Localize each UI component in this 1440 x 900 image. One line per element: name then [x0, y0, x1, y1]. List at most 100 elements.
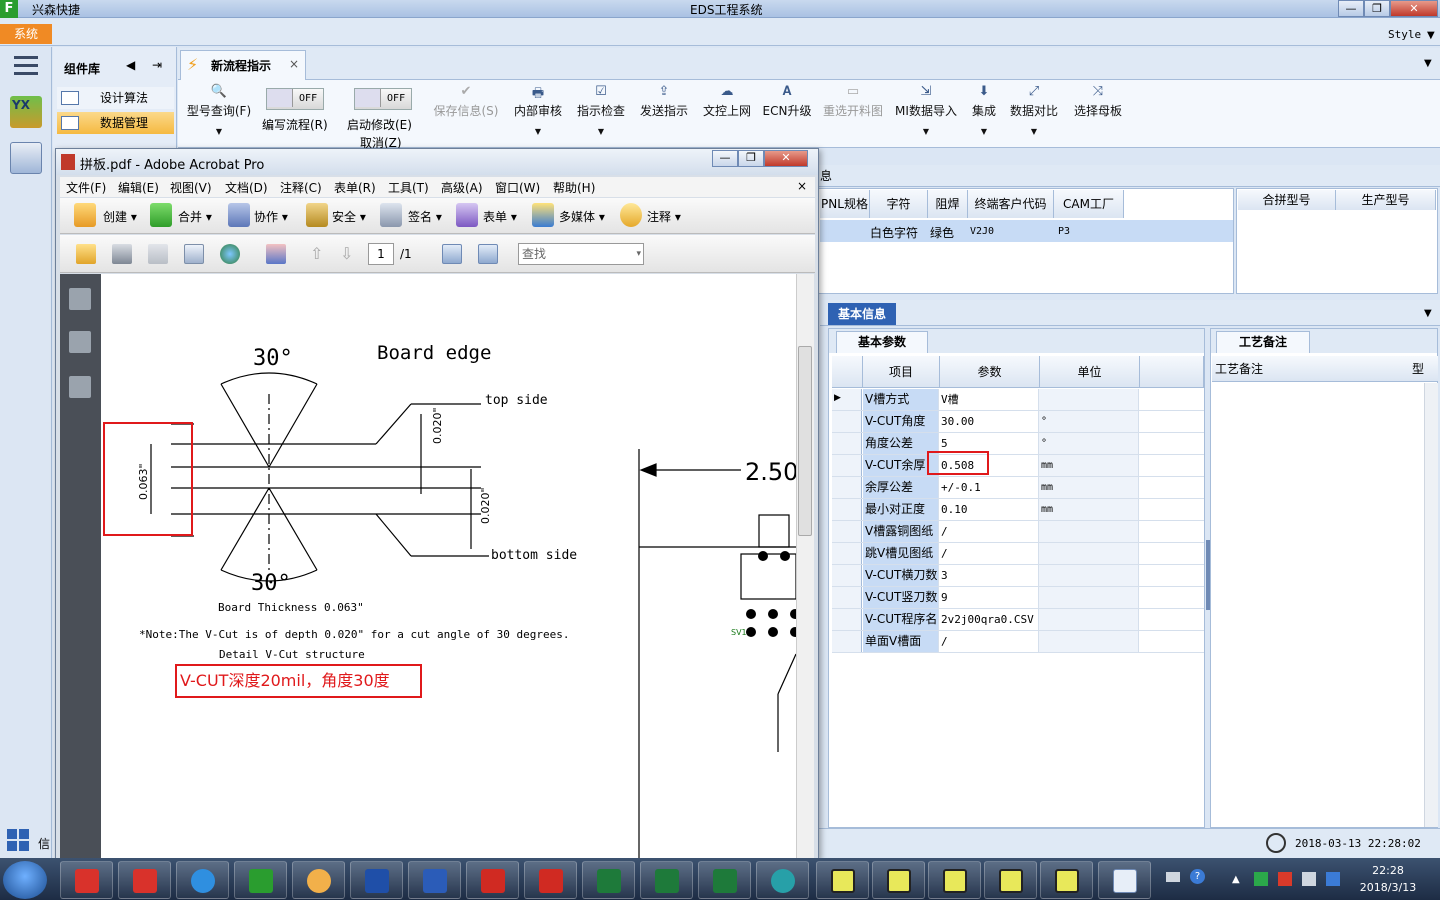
- taskbar-save[interactable]: [350, 861, 403, 899]
- col-header-production-model[interactable]: 生产型号: [1336, 190, 1436, 210]
- save-info-button[interactable]: ✔ 保存信息(S): [430, 84, 502, 144]
- collapse-left-icon[interactable]: ◀: [126, 58, 135, 72]
- taskbar-word[interactable]: [408, 861, 461, 899]
- acrobat-minimize-button[interactable]: —: [712, 150, 738, 167]
- tool-collaborate[interactable]: 协作 ▾: [254, 208, 288, 225]
- signatures-panel-icon[interactable]: [69, 376, 91, 398]
- table-row[interactable]: V-CUT余厚 0.508 mm: [832, 455, 1204, 477]
- tray-f-icon[interactable]: [1326, 872, 1340, 886]
- taskbar-window-2[interactable]: [872, 861, 925, 899]
- taskbar-eds[interactable]: [234, 861, 287, 899]
- menu-view[interactable]: 视图(V): [170, 179, 212, 196]
- menu-comment[interactable]: 注释(C): [280, 179, 322, 196]
- col-header-unit[interactable]: 单位: [1040, 356, 1140, 388]
- row-selector[interactable]: [832, 499, 862, 520]
- table-row[interactable]: 角度公差 5 °: [832, 433, 1204, 455]
- menu-edit[interactable]: 编辑(E): [118, 179, 159, 196]
- taskbar-window-5[interactable]: [1040, 861, 1093, 899]
- tab-new-flow[interactable]: ⚡ 新流程指示 ×: [180, 50, 306, 81]
- taskbar-app-shell[interactable]: [292, 861, 345, 899]
- help-icon[interactable]: ?: [1190, 869, 1205, 884]
- menu-document[interactable]: 文档(D): [225, 179, 268, 196]
- acrobat-maximize-button[interactable]: ❐: [738, 150, 764, 167]
- acrobat-close-button[interactable]: ✕: [764, 150, 808, 167]
- select-master-button[interactable]: ⤨ 选择母板: [1072, 84, 1124, 144]
- tab-craft-notes[interactable]: 工艺备注: [1216, 331, 1310, 353]
- row-selector[interactable]: [832, 609, 862, 630]
- web-upload-icon[interactable]: [220, 244, 240, 264]
- row-selector[interactable]: [832, 565, 862, 586]
- email-icon[interactable]: [184, 244, 204, 264]
- row-selector[interactable]: [832, 455, 862, 476]
- data-compare-button[interactable]: ⤢ 数据对比 ▼: [1008, 84, 1060, 144]
- open-folder-icon[interactable]: [76, 244, 96, 264]
- taskbar-ie[interactable]: [176, 861, 229, 899]
- taskbar-eye-app[interactable]: [756, 861, 809, 899]
- row-selector[interactable]: [832, 631, 862, 652]
- print-icon[interactable]: [112, 244, 132, 264]
- taskbar-app-2[interactable]: [118, 861, 171, 899]
- tool-security[interactable]: 安全 ▾: [332, 208, 366, 225]
- edit-flow-toggle[interactable]: OFF: [266, 88, 324, 110]
- tab-basic-params[interactable]: 基本参数: [836, 331, 928, 353]
- pin-icon[interactable]: ⇥: [152, 58, 162, 72]
- style-dropdown[interactable]: Style: [1388, 28, 1421, 41]
- table-row[interactable]: V槽露铜图纸 /: [832, 521, 1204, 543]
- start-modify-toggle[interactable]: OFF: [354, 88, 412, 110]
- col-header-merge-model[interactable]: 合拼型号: [1238, 190, 1336, 210]
- row-selector[interactable]: [832, 521, 862, 542]
- fit-page-icon[interactable]: [478, 244, 498, 264]
- taskbar-window-3[interactable]: [928, 861, 981, 899]
- table-row[interactable]: 跳V槽见图纸 /: [832, 543, 1204, 565]
- col-header-type[interactable]: 型: [1408, 356, 1438, 382]
- color-tool-icon[interactable]: [266, 244, 286, 264]
- reselect-material-button[interactable]: ▭ 重选开料图: [820, 84, 886, 144]
- calculator-icon[interactable]: [10, 142, 42, 174]
- taskbar-excel-2[interactable]: [640, 861, 693, 899]
- menu-help[interactable]: 帮助(H): [553, 179, 595, 196]
- menu-forms[interactable]: 表单(R): [334, 179, 376, 196]
- integrate-button[interactable]: ⬇ 集成 ▼: [968, 84, 1000, 144]
- tab-basic-info[interactable]: 基本信息: [828, 303, 896, 325]
- col-header-pnl[interactable]: PNL规格: [820, 190, 870, 218]
- instr-check-button[interactable]: ☑ 指示检查 ▼: [574, 84, 628, 144]
- grid-view-icon[interactable]: [6, 828, 32, 854]
- tool-sign[interactable]: 签名 ▾: [408, 208, 442, 225]
- row-selector[interactable]: [832, 543, 862, 564]
- taskbar-excel-3[interactable]: [698, 861, 751, 899]
- table-row[interactable]: V-CUT横刀数 3: [832, 565, 1204, 587]
- taskbar-excel-1[interactable]: [582, 861, 635, 899]
- taskbar-window-1[interactable]: [816, 861, 869, 899]
- tray-expand-icon[interactable]: ▲: [1232, 874, 1240, 885]
- tool-comment[interactable]: 注释 ▾: [647, 208, 681, 225]
- table-row[interactable]: V-CUT竖刀数 9: [832, 587, 1204, 609]
- pdf-scroll-thumb[interactable]: [798, 346, 812, 536]
- cell-param[interactable]: +/-0.1: [939, 477, 1039, 498]
- keyboard-icon[interactable]: [1166, 872, 1180, 882]
- tab-close-icon[interactable]: ×: [289, 57, 299, 71]
- next-page-icon[interactable]: ⇩: [340, 244, 353, 263]
- ecn-upgrade-button[interactable]: 𝐀 ECN升级: [762, 84, 812, 144]
- tray-date[interactable]: 2018/3/13: [1356, 881, 1420, 894]
- panel-chevron-icon[interactable]: ▼: [1424, 308, 1432, 319]
- cell-param[interactable]: 3: [939, 565, 1039, 586]
- taskbar-pdf-1[interactable]: [466, 861, 519, 899]
- tray-time[interactable]: 22:28: [1358, 864, 1418, 877]
- menu-file[interactable]: 文件(F): [66, 179, 106, 196]
- tool-create[interactable]: 创建 ▾: [103, 208, 137, 225]
- previous-page-icon[interactable]: ⇧: [310, 244, 323, 263]
- col-header-item[interactable]: 项目: [863, 356, 940, 388]
- col-header-cam-factory[interactable]: CAM工厂: [1054, 190, 1124, 218]
- table-row[interactable]: 单面V槽面 /: [832, 631, 1204, 653]
- taskbar-text-app[interactable]: [1098, 861, 1151, 899]
- col-header-mask[interactable]: 阻焊: [928, 190, 968, 218]
- maximize-button[interactable]: ❐: [1364, 0, 1390, 17]
- cell-param[interactable]: 2v2j00qra0.CSV: [939, 609, 1039, 630]
- cell-param[interactable]: V槽: [939, 389, 1039, 410]
- tray-network-icon[interactable]: [1302, 872, 1316, 886]
- taskbar-app-1[interactable]: [60, 861, 113, 899]
- tool-forms[interactable]: 表单 ▾: [483, 208, 517, 225]
- tray-flag-icon[interactable]: [1278, 872, 1292, 886]
- tab-menu-chevron-icon[interactable]: ▼: [1424, 58, 1432, 69]
- close-button[interactable]: ✕: [1390, 0, 1438, 17]
